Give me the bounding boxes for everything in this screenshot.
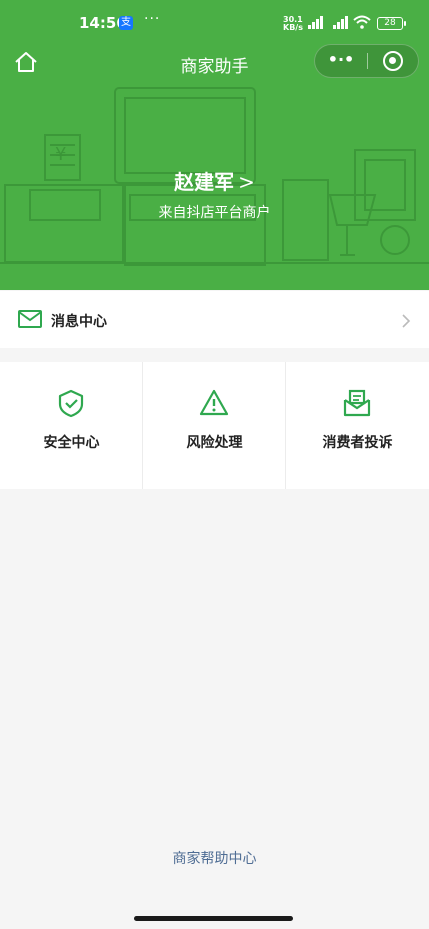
signal-icon bbox=[308, 16, 323, 29]
merchant-subtitle: 来自抖店平台商户 bbox=[158, 205, 271, 221]
chevron-right-icon bbox=[402, 314, 411, 328]
close-miniprogram-icon[interactable] bbox=[383, 51, 403, 71]
notification-dots: ··· bbox=[144, 11, 161, 27]
home-indicator[interactable] bbox=[134, 916, 293, 921]
battery-icon: 28 bbox=[377, 17, 406, 30]
merchant-help-center-link[interactable]: 商家帮助中心 bbox=[0, 848, 429, 868]
grid-item-risk-handling[interactable]: 风险处理 bbox=[143, 362, 286, 489]
warning-triangle-icon bbox=[199, 389, 229, 416]
svg-text:¥: ¥ bbox=[55, 144, 66, 165]
grid-item-label: 消费者投诉 bbox=[322, 435, 393, 451]
more-button[interactable]: •·• bbox=[315, 45, 367, 77]
grid-item-label: 风险处理 bbox=[186, 435, 243, 451]
header-banner: ¥ 14:56 支 ··· 30.1 KB/s 28 商家助手 •·• 赵建军 … bbox=[0, 0, 429, 290]
message-center-label: 消息中心 bbox=[51, 314, 107, 330]
message-center-row[interactable]: 消息中心 bbox=[0, 291, 429, 348]
grid-item-consumer-complaints[interactable]: 消费者投诉 bbox=[286, 362, 429, 489]
network-speed: 30.1 KB/s bbox=[283, 15, 303, 32]
status-bar: 14:56 支 ··· 30.1 KB/s 28 bbox=[0, 0, 429, 46]
merchant-name: 赵建军 bbox=[174, 170, 235, 194]
grid-item-security-center[interactable]: 安全中心 bbox=[0, 362, 143, 489]
alipay-badge-icon: 支 bbox=[119, 16, 133, 30]
merchant-name-link[interactable]: 赵建军 > bbox=[0, 166, 429, 195]
wifi-icon bbox=[353, 15, 371, 29]
shield-check-icon bbox=[58, 389, 84, 418]
signal-icon bbox=[333, 16, 348, 29]
capsule-divider bbox=[367, 53, 368, 69]
complaint-envelope-icon bbox=[343, 389, 371, 417]
mail-icon bbox=[18, 310, 42, 328]
grid-item-label: 安全中心 bbox=[43, 435, 100, 451]
miniprogram-capsule: •·• bbox=[314, 44, 419, 78]
service-grid: 安全中心 风险处理 消费者投诉 bbox=[0, 362, 429, 489]
chevron-right-icon: > bbox=[238, 170, 255, 194]
